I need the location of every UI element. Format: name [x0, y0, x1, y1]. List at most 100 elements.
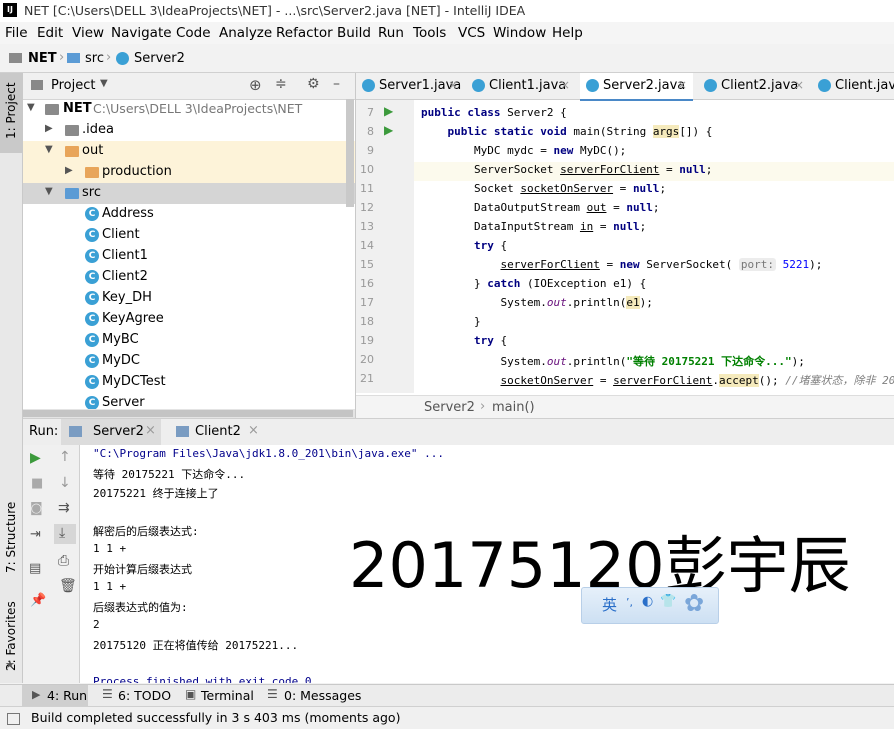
layout-icon[interactable]: ▤ [29, 561, 41, 576]
run-tab-client2[interactable]: Client2 × [168, 419, 268, 445]
favorites-tool-button[interactable]: 2: Favorites ★ [0, 593, 22, 678]
class-icon: C [85, 228, 99, 242]
project-view-selector[interactable]: Project [51, 78, 95, 93]
bottom-tab-run[interactable]: ▶ 4: Run [22, 685, 88, 707]
project-panel-header: Project ▼ ⊕ ≑ ⚙ – [23, 73, 355, 100]
status-bar: Build completed successfully in 3 s 403 … [0, 706, 894, 729]
menu-analyze[interactable]: Analyze [219, 25, 272, 41]
tree-label: MyBC [102, 332, 139, 347]
menu-run[interactable]: Run [378, 25, 404, 41]
ime-punctuation-icon[interactable]: ’, [626, 596, 633, 609]
class-icon: C [85, 312, 99, 326]
chevron-right-icon[interactable]: ▶ [65, 165, 75, 176]
tab-server2[interactable]: Server2.java × [580, 73, 693, 101]
tree-item-class[interactable]: C Address [23, 204, 355, 225]
tree-item-class[interactable]: C Client2 [23, 267, 355, 288]
tree-item-class[interactable]: C MyDCTest [23, 372, 355, 393]
tree-item-class[interactable]: C Client1 [23, 246, 355, 267]
menu-code[interactable]: Code [176, 25, 211, 41]
horizontal-scrollbar[interactable] [23, 409, 355, 418]
crumb-class[interactable]: Server2 [424, 400, 475, 415]
crumb-method[interactable]: main() [492, 400, 535, 415]
menu-file[interactable]: File [5, 25, 28, 41]
tree-item-out[interactable]: ▼ out [23, 141, 355, 162]
code-line: serverForClient = new ServerSocket( port… [500, 258, 823, 271]
tab-server1[interactable]: Server1.java × [356, 73, 464, 99]
up-arrow-icon[interactable]: ↑ [59, 449, 71, 465]
tree-item-class[interactable]: C KeyAgree [23, 309, 355, 330]
tree-label: Client [102, 227, 140, 242]
menu-edit[interactable]: Edit [37, 25, 63, 41]
tree-item-src[interactable]: ▼ src [23, 183, 355, 204]
tree-item-class[interactable]: C Key_DH [23, 288, 355, 309]
status-toggle-icon[interactable] [7, 713, 20, 725]
chevron-down-icon[interactable]: ▼ [45, 186, 55, 197]
hide-icon[interactable]: – [333, 76, 340, 92]
close-icon[interactable]: × [248, 423, 259, 438]
scrollbar-thumb[interactable] [23, 410, 353, 417]
ime-toolbar[interactable]: 英 ’, ◐ 👕 ✿ [581, 587, 719, 624]
down-arrow-icon[interactable]: ↓ [59, 475, 71, 491]
soft-wrap-icon[interactable]: ⇉ [58, 500, 70, 516]
chevron-right-icon[interactable]: ▶ [45, 123, 55, 134]
run-tab-server2[interactable]: Server2 × [61, 419, 161, 445]
stop-icon[interactable]: ■ [31, 476, 43, 491]
close-icon[interactable]: × [145, 423, 156, 438]
login-icon[interactable]: ⇥ [30, 527, 41, 542]
tab-client2[interactable]: Client2.java × [698, 73, 810, 99]
menu-window[interactable]: Window [493, 25, 546, 41]
tab-client[interactable]: Client.java [812, 73, 894, 99]
chevron-down-icon[interactable]: ▼ [27, 102, 37, 113]
status-message: Build completed successfully in 3 s 403 … [31, 710, 401, 725]
close-icon[interactable]: × [560, 78, 570, 92]
bottom-tab-terminal[interactable]: ▣ Terminal [178, 685, 258, 707]
scroll-to-end-button[interactable]: ⤓ [54, 524, 76, 544]
menu-tools[interactable]: Tools [413, 25, 446, 41]
structure-tool-button[interactable]: 7: Structure [0, 493, 22, 583]
menu-help[interactable]: Help [552, 25, 583, 41]
tree-item-class[interactable]: C MyBC [23, 330, 355, 351]
class-icon [362, 79, 375, 92]
vertical-scrollbar-thumb[interactable] [346, 99, 354, 207]
ime-halfwidth-icon[interactable]: ◐ [642, 594, 653, 609]
menu-navigate[interactable]: Navigate [111, 25, 172, 41]
code-line: public class Server2 { [421, 106, 567, 119]
class-icon: C [85, 291, 99, 305]
tree-item-net[interactable]: ▼ NET C:\Users\DELL 3\IdeaProjects\NET [23, 99, 355, 120]
code-area[interactable]: public class Server2 { public static voi… [356, 100, 894, 393]
menu-view[interactable]: View [72, 25, 104, 41]
tree-item-class[interactable]: C MyDC [23, 351, 355, 372]
console-line: 等待 20175221 下达命令... [93, 468, 246, 481]
trash-icon[interactable]: 🗑 [59, 578, 77, 594]
structure-tool-label: 7: Structure [4, 501, 18, 573]
locate-icon[interactable]: ⊕ [249, 76, 262, 94]
menu-build[interactable]: Build [337, 25, 371, 41]
tree-item-idea[interactable]: ▶ .idea [23, 120, 355, 141]
ime-mode-label[interactable]: 英 [602, 594, 617, 615]
chevron-down-icon[interactable]: ▼ [100, 78, 108, 89]
collapse-all-icon[interactable]: ≑ [275, 76, 287, 92]
tree-item-class[interactable]: C Client [23, 225, 355, 246]
camera-icon[interactable]: ◙ [30, 501, 43, 516]
chevron-down-icon[interactable]: ▼ [45, 144, 55, 155]
close-icon[interactable]: × [448, 78, 458, 92]
gear-icon[interactable]: ⚙ [307, 76, 320, 92]
pin-icon[interactable]: 📌 [30, 593, 46, 608]
bottom-tab-todo[interactable]: ☰ 6: TODO [95, 685, 175, 707]
nav-project[interactable]: NET [28, 51, 57, 66]
tab-client1[interactable]: Client1.java × [466, 73, 576, 99]
bottom-tab-messages[interactable]: ☰ 0: Messages [262, 685, 362, 707]
class-icon [116, 52, 129, 65]
class-icon [586, 79, 599, 92]
close-icon[interactable]: × [794, 78, 804, 92]
print-icon[interactable]: ⎙ [58, 553, 69, 569]
close-icon[interactable]: × [677, 78, 687, 92]
tree-item-production[interactable]: ▶ production [23, 162, 355, 183]
nav-file[interactable]: Server2 [134, 51, 185, 66]
nav-src[interactable]: src [85, 51, 104, 66]
ime-skin-icon[interactable]: 👕 [660, 594, 676, 609]
menu-refactor[interactable]: Refactor [276, 25, 333, 41]
rerun-icon[interactable]: ▶ [30, 450, 41, 466]
project-tool-button[interactable]: 1: Project [0, 73, 22, 153]
menu-vcs[interactable]: VCS [458, 25, 485, 41]
